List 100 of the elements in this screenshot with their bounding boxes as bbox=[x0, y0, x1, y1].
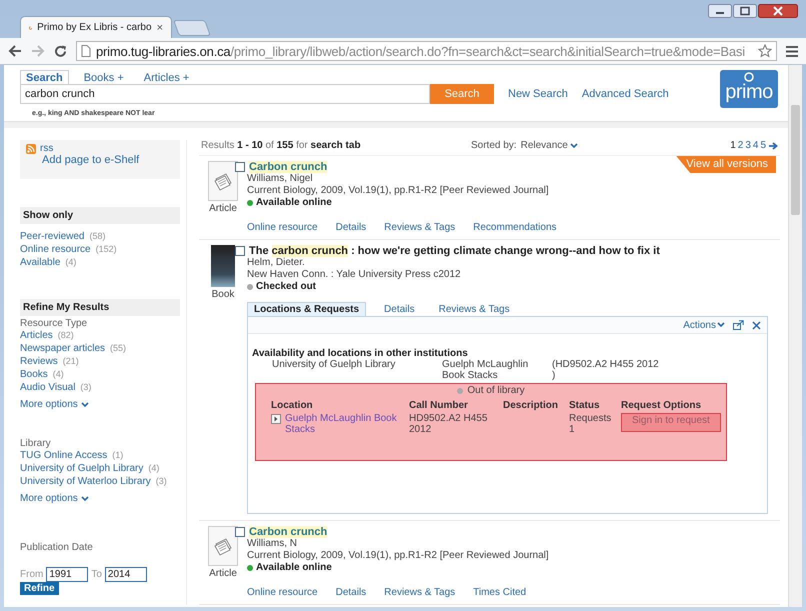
maximize-icon[interactable] bbox=[733, 4, 757, 18]
facet-link[interactable]: Audio Visual bbox=[20, 382, 76, 393]
institution-call-number: (HD9502.A2 H455 2012 ) bbox=[552, 359, 660, 381]
chevron-down-icon bbox=[570, 142, 578, 148]
facet-link[interactable]: TUG Online Access bbox=[20, 450, 108, 461]
facet-link[interactable]: Books bbox=[20, 369, 48, 380]
search-tab[interactable]: Books + bbox=[78, 71, 129, 84]
document-icon bbox=[213, 171, 233, 191]
more-options-link[interactable]: More options bbox=[20, 399, 180, 410]
result-tab-link[interactable]: Times Cited bbox=[473, 587, 526, 598]
facet-count: (55) bbox=[110, 343, 126, 353]
rss-link[interactable]: rss bbox=[40, 143, 54, 154]
close-icon[interactable] bbox=[758, 4, 798, 18]
facet-heading: Resource Type bbox=[20, 318, 88, 329]
refine-button[interactable]: Refine bbox=[20, 582, 59, 595]
add-to-eshelf-link[interactable]: Add page to e-Shelf bbox=[42, 154, 174, 166]
result-tab-link[interactable]: Online resource bbox=[247, 587, 318, 598]
facet-link[interactable]: Peer-reviewed bbox=[20, 231, 84, 242]
facet-heading: Publication Date bbox=[20, 542, 94, 553]
panel-tab[interactable]: Details bbox=[378, 303, 421, 316]
column-header: Status bbox=[569, 400, 601, 413]
primo-logo[interactable]: primo bbox=[720, 70, 778, 108]
facet-count: (3) bbox=[156, 476, 167, 486]
institution-name: University of Guelph Library bbox=[272, 359, 396, 372]
result-tab-link[interactable]: Online resource bbox=[247, 222, 318, 233]
browser-tab[interactable]: Primo by Ex Libris - carbo × bbox=[20, 16, 172, 38]
address-bar[interactable]: primo.tug-libraries.on.ca/primo_library/libweb/action/search.do?fn=search&ct=search&initialSearch=true&mode=Basi bbox=[76, 41, 777, 61]
menu-icon[interactable] bbox=[786, 46, 798, 56]
facet-link[interactable]: University of Waterloo Library bbox=[20, 476, 151, 487]
logo-circle-icon bbox=[744, 72, 754, 82]
page-link[interactable]: 3 bbox=[745, 140, 751, 151]
close-tab-button[interactable]: × bbox=[156, 22, 163, 34]
page-link[interactable]: 4 bbox=[752, 140, 758, 151]
page-link[interactable]: 2 bbox=[738, 140, 744, 151]
facet-link[interactable]: Online resource bbox=[20, 244, 91, 255]
facet-link[interactable]: University of Guelph Library bbox=[20, 463, 144, 474]
result-tab-link[interactable]: Recommendations bbox=[473, 222, 557, 233]
section-header: Refine My Results bbox=[20, 299, 180, 316]
request-status: Requests 1 bbox=[569, 413, 609, 435]
availability-status: Available online bbox=[256, 197, 332, 208]
chevron-down-icon bbox=[80, 496, 89, 502]
logo-text: primo bbox=[725, 82, 773, 102]
result-tab-link[interactable]: Reviews & Tags bbox=[384, 222, 456, 233]
back-icon[interactable] bbox=[8, 45, 22, 57]
facet-heading: Library bbox=[20, 438, 52, 449]
sort-label: Sorted by: bbox=[471, 140, 517, 151]
facet-link[interactable]: Available bbox=[20, 257, 60, 268]
select-checkbox[interactable] bbox=[235, 527, 245, 537]
search-button[interactable]: Search bbox=[430, 84, 494, 104]
select-checkbox[interactable] bbox=[235, 162, 245, 172]
search-link[interactable]: Advanced Search bbox=[582, 88, 669, 100]
location-status: Out of library bbox=[467, 385, 525, 396]
url-text: primo.tug-libraries.on.ca/primo_library/libweb/action/search.do?fn=search&ct=search&initialSearch=true&mode=Basi bbox=[96, 44, 746, 58]
search-tab[interactable]: Articles + bbox=[138, 71, 194, 84]
scrollbar-thumb[interactable] bbox=[791, 105, 800, 215]
result-tab-link[interactable]: Reviews & Tags bbox=[384, 587, 456, 598]
search-link[interactable]: New Search bbox=[508, 88, 568, 100]
result-title-link[interactable]: Carbon crunch bbox=[249, 161, 328, 173]
sort-dropdown[interactable]: Relevance bbox=[520, 140, 578, 151]
page-link[interactable]: 1 bbox=[730, 140, 736, 151]
from-year-field[interactable]: 1991 bbox=[46, 567, 88, 582]
rss-icon bbox=[26, 144, 36, 154]
page-link[interactable]: 5 bbox=[760, 140, 766, 151]
next-arrow-icon[interactable] bbox=[769, 142, 778, 150]
select-checkbox[interactable] bbox=[235, 246, 245, 256]
facet-count: (21) bbox=[62, 356, 79, 366]
view-all-versions-button[interactable]: View all versions bbox=[676, 156, 776, 173]
resource-type-label: Article bbox=[209, 203, 237, 214]
result-tab-link[interactable]: Details bbox=[336, 587, 366, 598]
facet-link[interactable]: Reviews bbox=[20, 356, 58, 367]
column-header: Call Number bbox=[409, 400, 469, 413]
result-title-link[interactable]: Carbon crunch bbox=[249, 526, 328, 538]
column-header: Location bbox=[271, 400, 314, 413]
from-label: From bbox=[20, 569, 44, 580]
facet-link[interactable]: Newspaper articles bbox=[20, 343, 106, 354]
to-year-field[interactable]: 2014 bbox=[104, 567, 147, 582]
column-header: Request Options bbox=[621, 400, 702, 413]
search-field[interactable]: carbon crunch bbox=[20, 84, 430, 104]
expand-icon[interactable] bbox=[271, 414, 281, 424]
panel-tab[interactable]: Locations & Requests bbox=[247, 302, 366, 316]
actions-menu[interactable]: Actions bbox=[683, 320, 725, 330]
scrollbar[interactable] bbox=[788, 65, 802, 607]
facet-link[interactable]: Articles bbox=[20, 330, 53, 341]
facet-count: (4) bbox=[52, 369, 64, 379]
popout-icon[interactable] bbox=[733, 320, 744, 330]
star-icon[interactable] bbox=[758, 44, 772, 58]
author: Helm, Dieter. bbox=[247, 257, 306, 269]
author: Williams, N bbox=[247, 538, 298, 550]
facet-count: (58) bbox=[89, 231, 106, 241]
reload-icon[interactable] bbox=[54, 44, 67, 58]
more-options-link[interactable]: More options bbox=[20, 493, 180, 504]
result-tab-link[interactable]: Details bbox=[336, 222, 366, 233]
location-link[interactable]: Guelph McLaughlin Book Stacks bbox=[285, 413, 409, 435]
search-tab[interactable]: Search bbox=[20, 70, 69, 84]
close-icon[interactable] bbox=[752, 320, 761, 330]
book-cover-image bbox=[211, 245, 235, 287]
resource-type-label: Article bbox=[209, 568, 237, 579]
panel-tab[interactable]: Reviews & Tags bbox=[432, 303, 516, 316]
minimize-icon[interactable] bbox=[708, 4, 732, 18]
source-citation: Current Biology, 2009, Vol.19(1), pp.R1-R2 [Peer Reviewed Journal] bbox=[247, 185, 550, 197]
